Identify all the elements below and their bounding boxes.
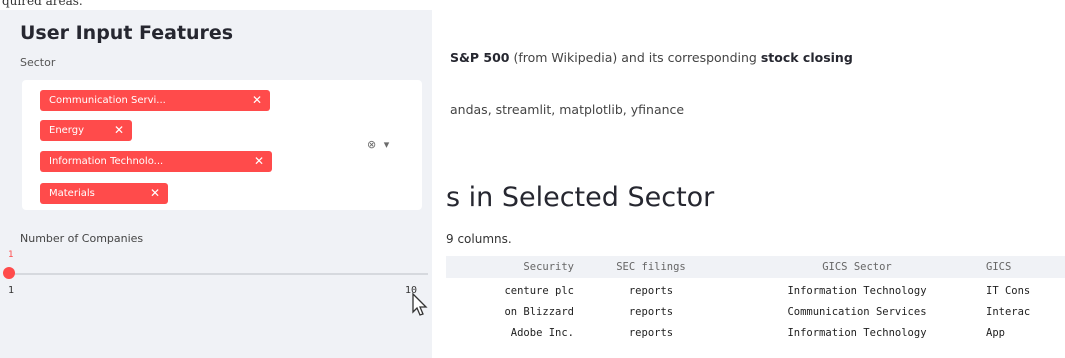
sector-chip-energy: Energy ✕ (40, 120, 132, 141)
header-security[interactable]: Security (446, 261, 574, 273)
table-cell: reports (628, 285, 674, 297)
table-cell: reports (628, 306, 674, 318)
chip-remove-icon[interactable]: ✕ (254, 151, 264, 172)
top-strip: quired areas. (0, 0, 1065, 10)
clipped-text: quired areas. (2, 0, 83, 8)
slider-track[interactable] (8, 273, 428, 275)
table-cell: Interac (986, 306, 1031, 318)
header-sec-filings[interactable]: SEC filings (591, 261, 711, 273)
header-gics-sector[interactable]: GICS Sector (736, 261, 978, 273)
description-line-2: andas, streamlit, matplotlib, yfinance (450, 102, 685, 117)
table-row[interactable]: on Blizzard reports Communication Servic… (446, 303, 1065, 324)
multiselect-controls: ⊗ ▾ (367, 138, 391, 151)
mouse-cursor-icon (412, 292, 428, 316)
sector-chip-information-technology: Information Technolo... ✕ (40, 151, 272, 172)
section-title: s in Selected Sector (446, 182, 715, 213)
sector-multiselect[interactable]: Communication Servi... ✕ Energy ✕ Inform… (22, 80, 422, 210)
chip-remove-icon[interactable]: ✕ (252, 90, 262, 111)
sector-chip-communication: Communication Servi... ✕ (40, 90, 270, 111)
chip-label: Information Technolo... (49, 156, 164, 167)
table-cell: App (986, 327, 1005, 339)
dataframe-dimensions: 9 columns. (446, 232, 512, 246)
table-cell: Information Technology (787, 285, 927, 297)
slider-current-value: 1 (8, 250, 14, 260)
stock-closing-bold: stock closing (760, 50, 853, 65)
sp500-bold: S&P 500 (450, 50, 510, 65)
clear-all-icon[interactable]: ⊗ (367, 138, 378, 151)
table-cell: reports (628, 327, 674, 339)
chip-label: Energy (49, 125, 85, 136)
slider-min-label: 1 (8, 285, 15, 296)
sector-chip-materials: Materials ✕ (40, 183, 168, 204)
table-cell: on Blizzard (504, 306, 574, 318)
chevron-down-icon[interactable]: ▾ (384, 138, 392, 151)
sidebar-title: User Input Features (20, 22, 234, 44)
main-content: S&P 500 (from Wikipedia) and its corresp… (432, 10, 1065, 358)
table-header: Security SEC filings GICS Sector GICS (446, 256, 1065, 278)
header-gics-sub[interactable]: GICS (986, 261, 1065, 273)
table-cell: Adobe Inc. (510, 327, 574, 339)
chip-label: Materials (49, 188, 95, 199)
sidebar: User Input Features Sector Communication… (0, 10, 432, 358)
slider-thumb[interactable] (3, 267, 15, 279)
number-of-companies-label: Number of Companies (20, 232, 144, 245)
table-cell: Information Technology (787, 327, 927, 339)
chip-remove-icon[interactable]: ✕ (150, 183, 160, 204)
chip-label: Communication Servi... (49, 95, 166, 106)
table-row[interactable]: Adobe Inc. reports Information Technolog… (446, 324, 1065, 345)
description-line-1: S&P 500 (from Wikipedia) and its corresp… (450, 50, 853, 65)
table-cell: Communication Services (787, 306, 927, 318)
sector-label: Sector (20, 56, 56, 69)
desc1-middle: (from Wikipedia) and its corresponding (509, 50, 761, 65)
chip-remove-icon[interactable]: ✕ (114, 120, 124, 141)
table-cell: centure plc (504, 285, 574, 297)
table-row[interactable]: centure plc reports Information Technolo… (446, 282, 1065, 303)
table-cell: IT Cons (986, 285, 1031, 297)
